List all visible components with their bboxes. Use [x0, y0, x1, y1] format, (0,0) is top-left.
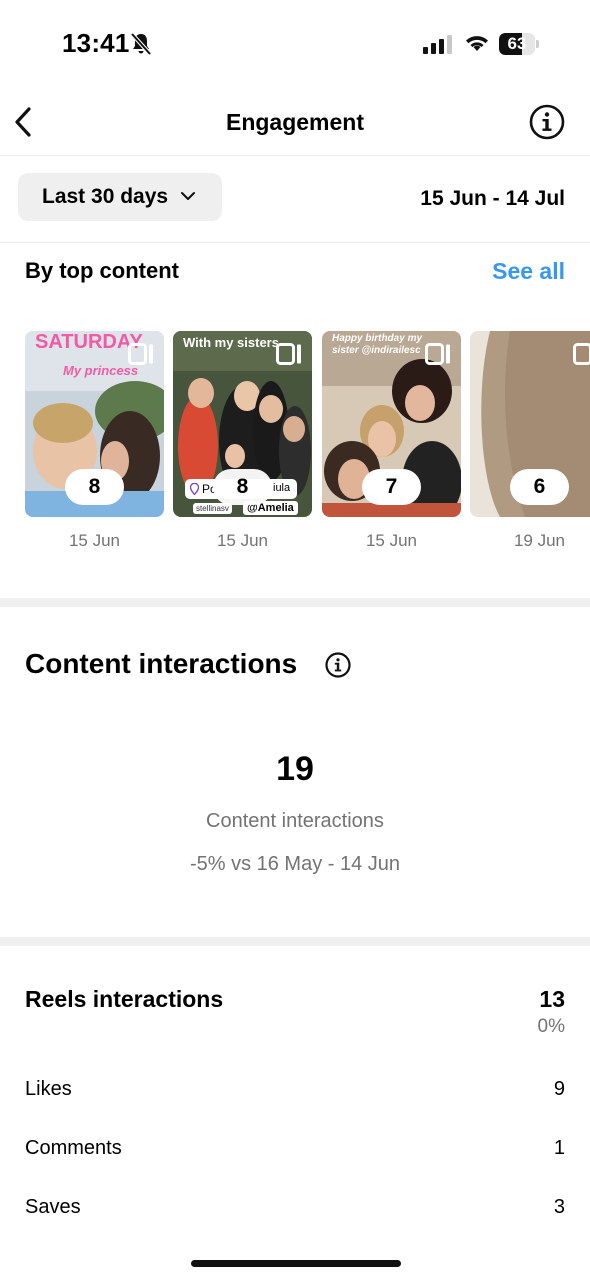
content-interactions-value: 19	[276, 750, 314, 788]
metric-value: 1	[553, 1137, 565, 1159]
wifi-icon	[466, 36, 488, 51]
date-range-text: 15 Jun - 14 Jul	[420, 187, 565, 210]
content-interactions-label: Content interactions	[206, 810, 384, 832]
info-icon[interactable]	[325, 652, 351, 678]
battery-indicator: 63	[499, 33, 539, 55]
home-indicator[interactable]	[191, 1260, 401, 1267]
location-tag-text-end: iula	[273, 482, 291, 494]
content-thumbnail[interactable]: With my sisters Pc iula stellinasv @Amel…	[173, 331, 312, 517]
reel-icon	[276, 343, 301, 365]
metric-row-saves: Saves 3	[25, 1196, 565, 1226]
status-bar: 13:41 63	[0, 0, 590, 90]
interaction-count-badge: 6	[510, 469, 569, 505]
reel-icon	[128, 343, 153, 365]
battery-level: 63	[507, 34, 527, 53]
top-content-carousel[interactable]: SATURDAY My princess 8 With my sisters P…	[0, 331, 590, 561]
date-filter-row: Last 30 days 15 Jun - 14 Jul	[0, 156, 590, 243]
signal-icon	[423, 35, 452, 54]
interaction-count-badge: 8	[213, 469, 272, 505]
content-interactions-comparison: -5% vs 16 May - 14 Jun	[189, 853, 401, 875]
interaction-count-badge: 7	[362, 469, 421, 505]
metric-label: Comments	[25, 1137, 122, 1159]
metric-value: 9	[553, 1078, 565, 1100]
bell-muted-icon	[130, 32, 152, 56]
metric-label: Likes	[25, 1078, 72, 1100]
status-time: 13:41	[62, 28, 130, 58]
metric-value: 3	[553, 1196, 565, 1218]
reels-interactions-change: 0%	[537, 1016, 565, 1037]
mention-tag: stellinasv	[193, 503, 232, 514]
thumbnail-caption: With my sisters	[183, 335, 279, 350]
thumbnail-date: 19 Jun	[513, 531, 566, 550]
page-title: Engagement	[225, 109, 365, 135]
date-range-label: Last 30 days	[42, 185, 169, 208]
thumbnail-date: 15 Jun	[365, 531, 418, 550]
content-interactions-title: Content interactions	[25, 648, 298, 679]
section-divider	[0, 937, 590, 946]
reel-icon	[425, 343, 450, 365]
header: Engagement	[0, 90, 590, 156]
reel-icon	[573, 343, 590, 365]
reels-interactions-title: Reels interactions	[25, 986, 224, 1012]
thumbnail-date: 15 Jun	[68, 531, 121, 550]
thumbnail-caption: Happy birthday my	[332, 333, 423, 344]
location-pin-icon	[190, 483, 199, 495]
info-icon[interactable]	[529, 104, 565, 140]
content-thumbnail[interactable]: 6	[470, 331, 590, 517]
see-all-link[interactable]: See all	[492, 258, 565, 285]
top-content-heading: By top content	[25, 258, 179, 283]
thumbnail-subcaption: sister @indirailesc	[332, 345, 421, 356]
chevron-down-icon	[181, 192, 195, 200]
content-thumbnail[interactable]: SATURDAY My princess 8	[25, 331, 164, 517]
metric-row-comments: Comments 1	[25, 1137, 565, 1167]
thumbnail-caption: SATURDAY	[35, 331, 143, 353]
metric-row-likes: Likes 9	[25, 1078, 565, 1108]
thumbnail-subcaption: My princess	[63, 363, 139, 378]
date-range-dropdown[interactable]: Last 30 days	[18, 173, 222, 221]
interaction-count-badge: 8	[65, 469, 124, 505]
reels-interactions-total: 13	[539, 986, 565, 1012]
metric-label: Saves	[25, 1196, 81, 1218]
thumbnail-date: 15 Jun	[216, 531, 269, 550]
content-thumbnail[interactable]: Happy birthday my sister @indirailesc 7	[322, 331, 461, 517]
section-divider	[0, 598, 590, 607]
